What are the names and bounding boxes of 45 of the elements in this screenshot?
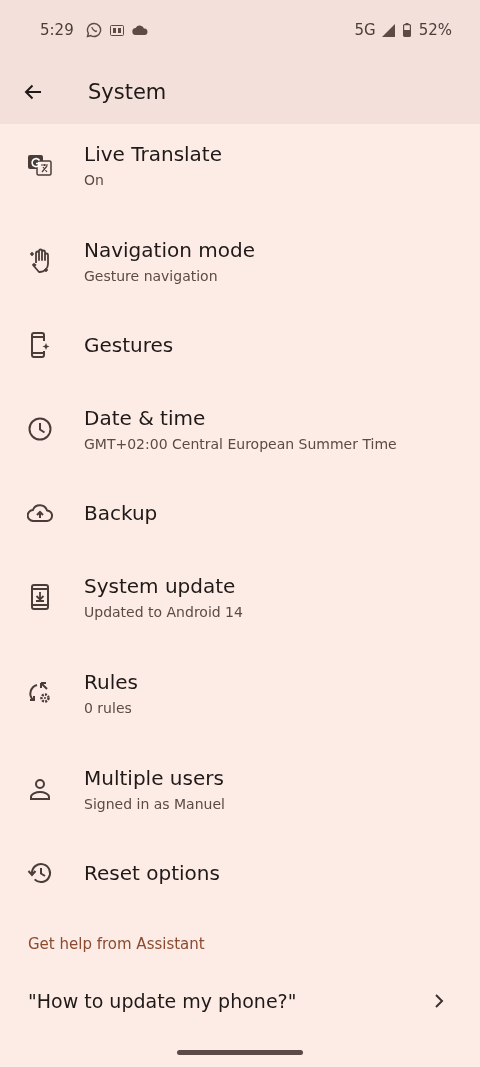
item-title: Reset options bbox=[84, 861, 220, 885]
settings-item[interactable]: Date & time GMT+02:00 Central European Summer Time bbox=[0, 381, 480, 477]
settings-item[interactable]: Rules 0 rules bbox=[0, 645, 480, 741]
settings-item[interactable]: Reset options bbox=[0, 837, 480, 909]
item-summary: GMT+02:00 Central European Summer Time bbox=[84, 436, 397, 452]
item-summary: On bbox=[84, 172, 105, 188]
signal-icon bbox=[381, 23, 395, 37]
item-title: Backup bbox=[84, 501, 158, 525]
badge-icon bbox=[109, 24, 124, 36]
settings-item[interactable]: Live Translate On bbox=[0, 124, 480, 213]
item-title: Multiple users bbox=[84, 766, 225, 790]
item-title: Rules bbox=[84, 670, 138, 694]
page-title: System bbox=[88, 80, 167, 104]
settings-item[interactable]: Multiple users Signed in as Manuel bbox=[0, 741, 480, 837]
item-summary: Updated to Android 14 bbox=[84, 604, 243, 620]
rules-icon bbox=[27, 680, 53, 706]
item-title: Live Translate bbox=[84, 142, 222, 166]
battery-level: 52% bbox=[418, 21, 452, 39]
chevron-right-icon bbox=[434, 993, 444, 1009]
phone-icon bbox=[29, 332, 51, 358]
network-type: 5G bbox=[354, 21, 376, 39]
back-arrow-icon bbox=[23, 82, 43, 102]
item-summary: Gesture navigation bbox=[84, 268, 219, 284]
settings-item[interactable]: Navigation mode Gesture navigation bbox=[0, 213, 480, 309]
assistant-suggestion[interactable]: "How to update my phone?" bbox=[0, 981, 480, 1021]
item-title: Navigation mode bbox=[84, 238, 255, 262]
battery-icon bbox=[402, 23, 411, 37]
chat-bubble-icon bbox=[85, 22, 102, 38]
item-title: Gestures bbox=[84, 333, 174, 357]
person-icon bbox=[29, 778, 51, 800]
translate-icon bbox=[27, 153, 53, 177]
settings-item[interactable]: System update Updated to Android 14 bbox=[0, 549, 480, 645]
item-title: Date & time bbox=[84, 406, 207, 430]
status-time: 5:29 bbox=[40, 21, 74, 39]
settings-item[interactable]: Backup bbox=[0, 477, 480, 549]
item-title: System update bbox=[84, 574, 237, 598]
section-header: Get help from Assistant bbox=[28, 935, 206, 953]
clock-icon bbox=[28, 417, 52, 441]
item-summary: 0 rules bbox=[84, 700, 133, 716]
item-summary: Signed in as Manuel bbox=[84, 796, 225, 812]
history-icon bbox=[27, 861, 53, 885]
cloud-upload-icon bbox=[27, 504, 53, 522]
cloud-icon bbox=[131, 25, 148, 35]
settings-item[interactable]: Gestures bbox=[0, 309, 480, 381]
phone-download-icon bbox=[31, 584, 49, 610]
